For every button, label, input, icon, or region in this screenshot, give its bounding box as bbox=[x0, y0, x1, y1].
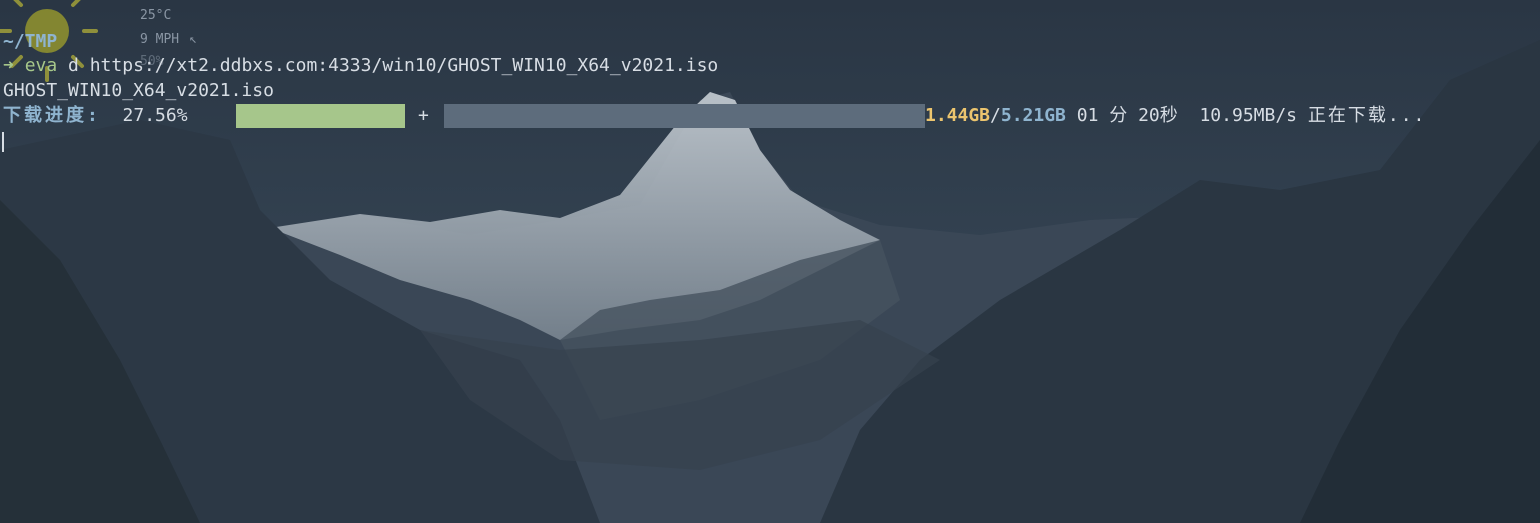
downloaded-size: 1.44GB bbox=[925, 105, 991, 126]
terminal-window[interactable]: ~/TMP ➜ eva d https://xt2.ddbxs.com:4333… bbox=[0, 0, 1540, 523]
current-directory: ~/TMP bbox=[3, 31, 58, 52]
download-stats: 1.44GB/5.21GB 01 分 20秒 10.95MB/s 正在下载... bbox=[925, 104, 1426, 128]
eta: 01 分 20秒 bbox=[1076, 105, 1178, 126]
progress-percent: 27.56% bbox=[122, 105, 188, 126]
command-name: eva bbox=[24, 55, 58, 76]
download-status: 正在下载... bbox=[1307, 105, 1427, 126]
command-args: d https://xt2.ddbxs.com:4333/win10/GHOST… bbox=[68, 55, 719, 76]
command-line: ➜ eva d https://xt2.ddbxs.com:4333/win10… bbox=[3, 54, 718, 78]
progress-line: 下载进度: 27.56% + bbox=[3, 104, 429, 128]
text-cursor bbox=[2, 132, 4, 152]
progress-bar-filled bbox=[236, 104, 405, 128]
prompt-arrow-icon: ➜ bbox=[3, 55, 14, 76]
progress-bar-remaining bbox=[444, 104, 925, 128]
progress-separator: + bbox=[418, 105, 429, 126]
size-separator: / bbox=[990, 105, 1001, 126]
output-filename: GHOST_WIN10_X64_v2021.iso bbox=[3, 80, 274, 101]
total-size: 5.21GB bbox=[1000, 105, 1066, 126]
progress-label: 下载进度: bbox=[3, 105, 101, 126]
download-speed: 10.95MB/s bbox=[1199, 105, 1298, 126]
